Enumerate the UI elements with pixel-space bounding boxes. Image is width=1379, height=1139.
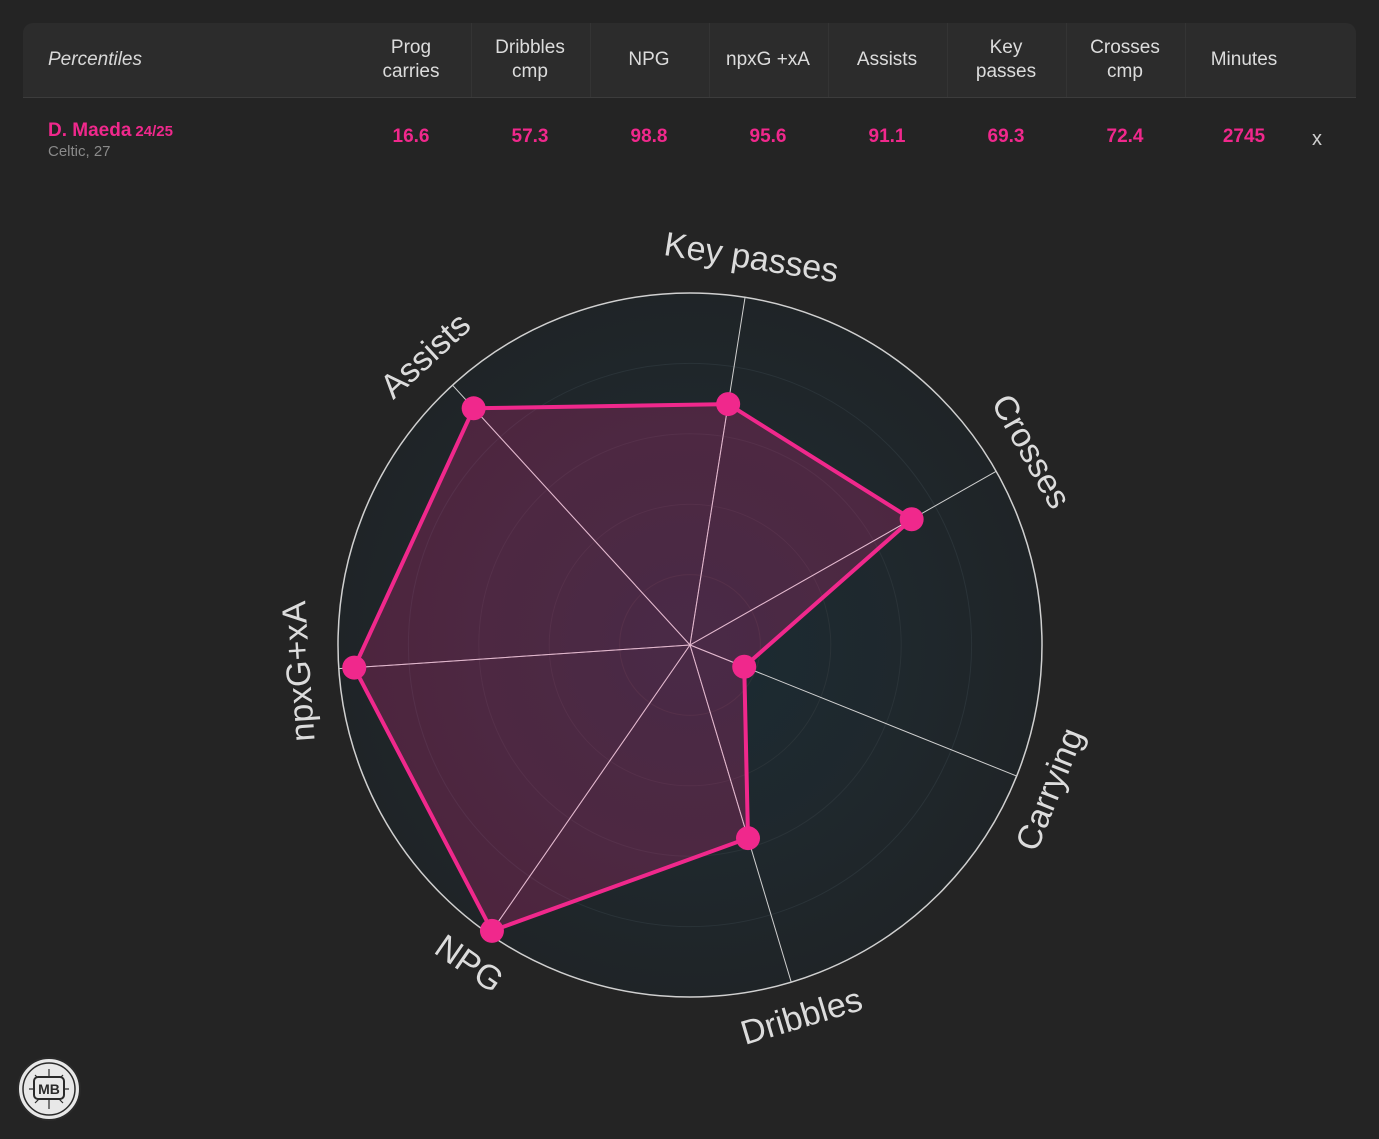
radar-point [716,392,741,417]
radar-point [461,396,486,421]
radar-point [479,918,504,943]
radar-point [899,507,924,532]
mb-logo: MB [17,1057,81,1121]
logo-text: MB [38,1081,60,1097]
radar-point [342,655,367,680]
radar-chart: Key passesCrossesCarryingDribblesNPGnpxG… [275,225,1091,1052]
radar-point [736,826,761,851]
radar-axis-label: npxG+xA [275,600,322,743]
radar-axis-label: Key passes [662,225,842,290]
radar-point [732,654,757,679]
